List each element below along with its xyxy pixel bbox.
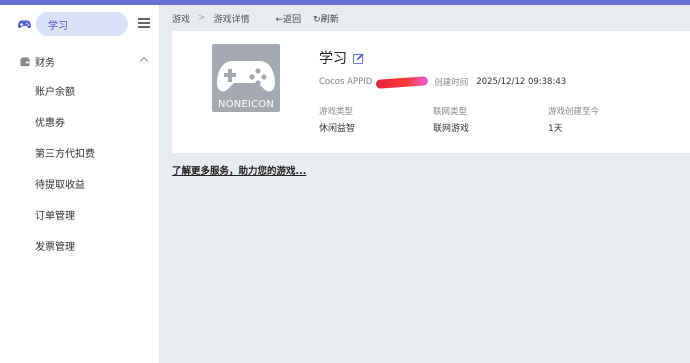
finance-section-header[interactable]: 财务 [0, 48, 159, 75]
chevron-up-icon [139, 56, 149, 66]
app-switcher[interactable]: 学习 [36, 12, 128, 36]
app-switcher-label: 学习 [48, 20, 68, 32]
created-label: 创建时间 [434, 78, 469, 88]
network-type-label: 联网类型 [433, 107, 468, 117]
sidebar-item-label: 待提取收益 [35, 180, 85, 191]
back-button[interactable]: ←返回 [276, 12, 302, 25]
appid-label: Cocos APPID [319, 77, 373, 87]
back-button-label: 返回 [283, 14, 302, 25]
breadcrumb: 游戏 > 游戏详情 ←返回 ↻刷新 [160, 5, 690, 31]
game-info-card: NONEICON 学习 Cocos APPID 创建时间 2025/12/12 … [172, 31, 690, 153]
sidebar-item-label: 优惠券 [35, 118, 65, 129]
finance-section-label: 财务 [35, 58, 55, 69]
sidebar-item-label: 第三方代扣费 [35, 149, 95, 160]
hamburger-menu-icon[interactable] [138, 18, 150, 28]
created-value: 2025/12/12 09:38:43 [476, 77, 567, 87]
refresh-button[interactable]: ↻刷新 [313, 12, 339, 25]
gamepad-icon [18, 20, 31, 28]
edit-icon[interactable] [353, 52, 364, 64]
game-meta: Cocos APPID 创建时间 2025/12/12 09:38:43 [319, 75, 567, 89]
sidebar-item-label: 发票管理 [35, 242, 75, 253]
learn-more-services-link[interactable]: 了解更多服务，助力您的游戏... [172, 163, 306, 177]
main-content: 游戏 > 游戏详情 ←返回 ↻刷新 NONEICON 学习 Cocos APPI… [160, 5, 690, 363]
network-type-value: 联网游戏 [433, 124, 470, 134]
game-title: 学习 [319, 48, 364, 68]
sidebar-item-account-balance[interactable]: 账户余额 [0, 75, 159, 106]
thumbnail-text: NONEICON [217, 99, 275, 110]
redacted-appid [376, 75, 429, 89]
age-value: 1天 [548, 124, 563, 134]
game-type-value: 休闲益智 [319, 124, 356, 134]
sidebar-item-coupons[interactable]: 优惠券 [0, 106, 159, 137]
wallet-icon [20, 56, 30, 66]
game-thumbnail: NONEICON [212, 44, 280, 112]
sidebar-item-label: 订单管理 [35, 211, 75, 222]
breadcrumb-current: 游戏详情 [213, 14, 250, 25]
breadcrumb-separator: > [198, 13, 206, 23]
refresh-icon: ↻ [313, 14, 321, 25]
sidebar-item-label: 账户余额 [35, 87, 75, 98]
refresh-button-label: 刷新 [320, 14, 339, 25]
sidebar-item-order-management[interactable]: 订单管理 [0, 199, 159, 230]
sidebar: 学习 财务 账户余额 优惠券 第三方代扣费 待提取收益 订单管理 发票管理 [0, 5, 160, 363]
game-name: 学习 [319, 51, 347, 67]
age-label: 游戏创建至今 [548, 107, 600, 117]
game-type-label: 游戏类型 [319, 107, 354, 117]
sidebar-item-third-party-deduction[interactable]: 第三方代扣费 [0, 137, 159, 168]
breadcrumb-root[interactable]: 游戏 [172, 12, 190, 25]
sidebar-item-invoice-management[interactable]: 发票管理 [0, 230, 159, 261]
sidebar-header: 学习 [0, 5, 159, 43]
sidebar-item-pending-earnings[interactable]: 待提取收益 [0, 168, 159, 199]
